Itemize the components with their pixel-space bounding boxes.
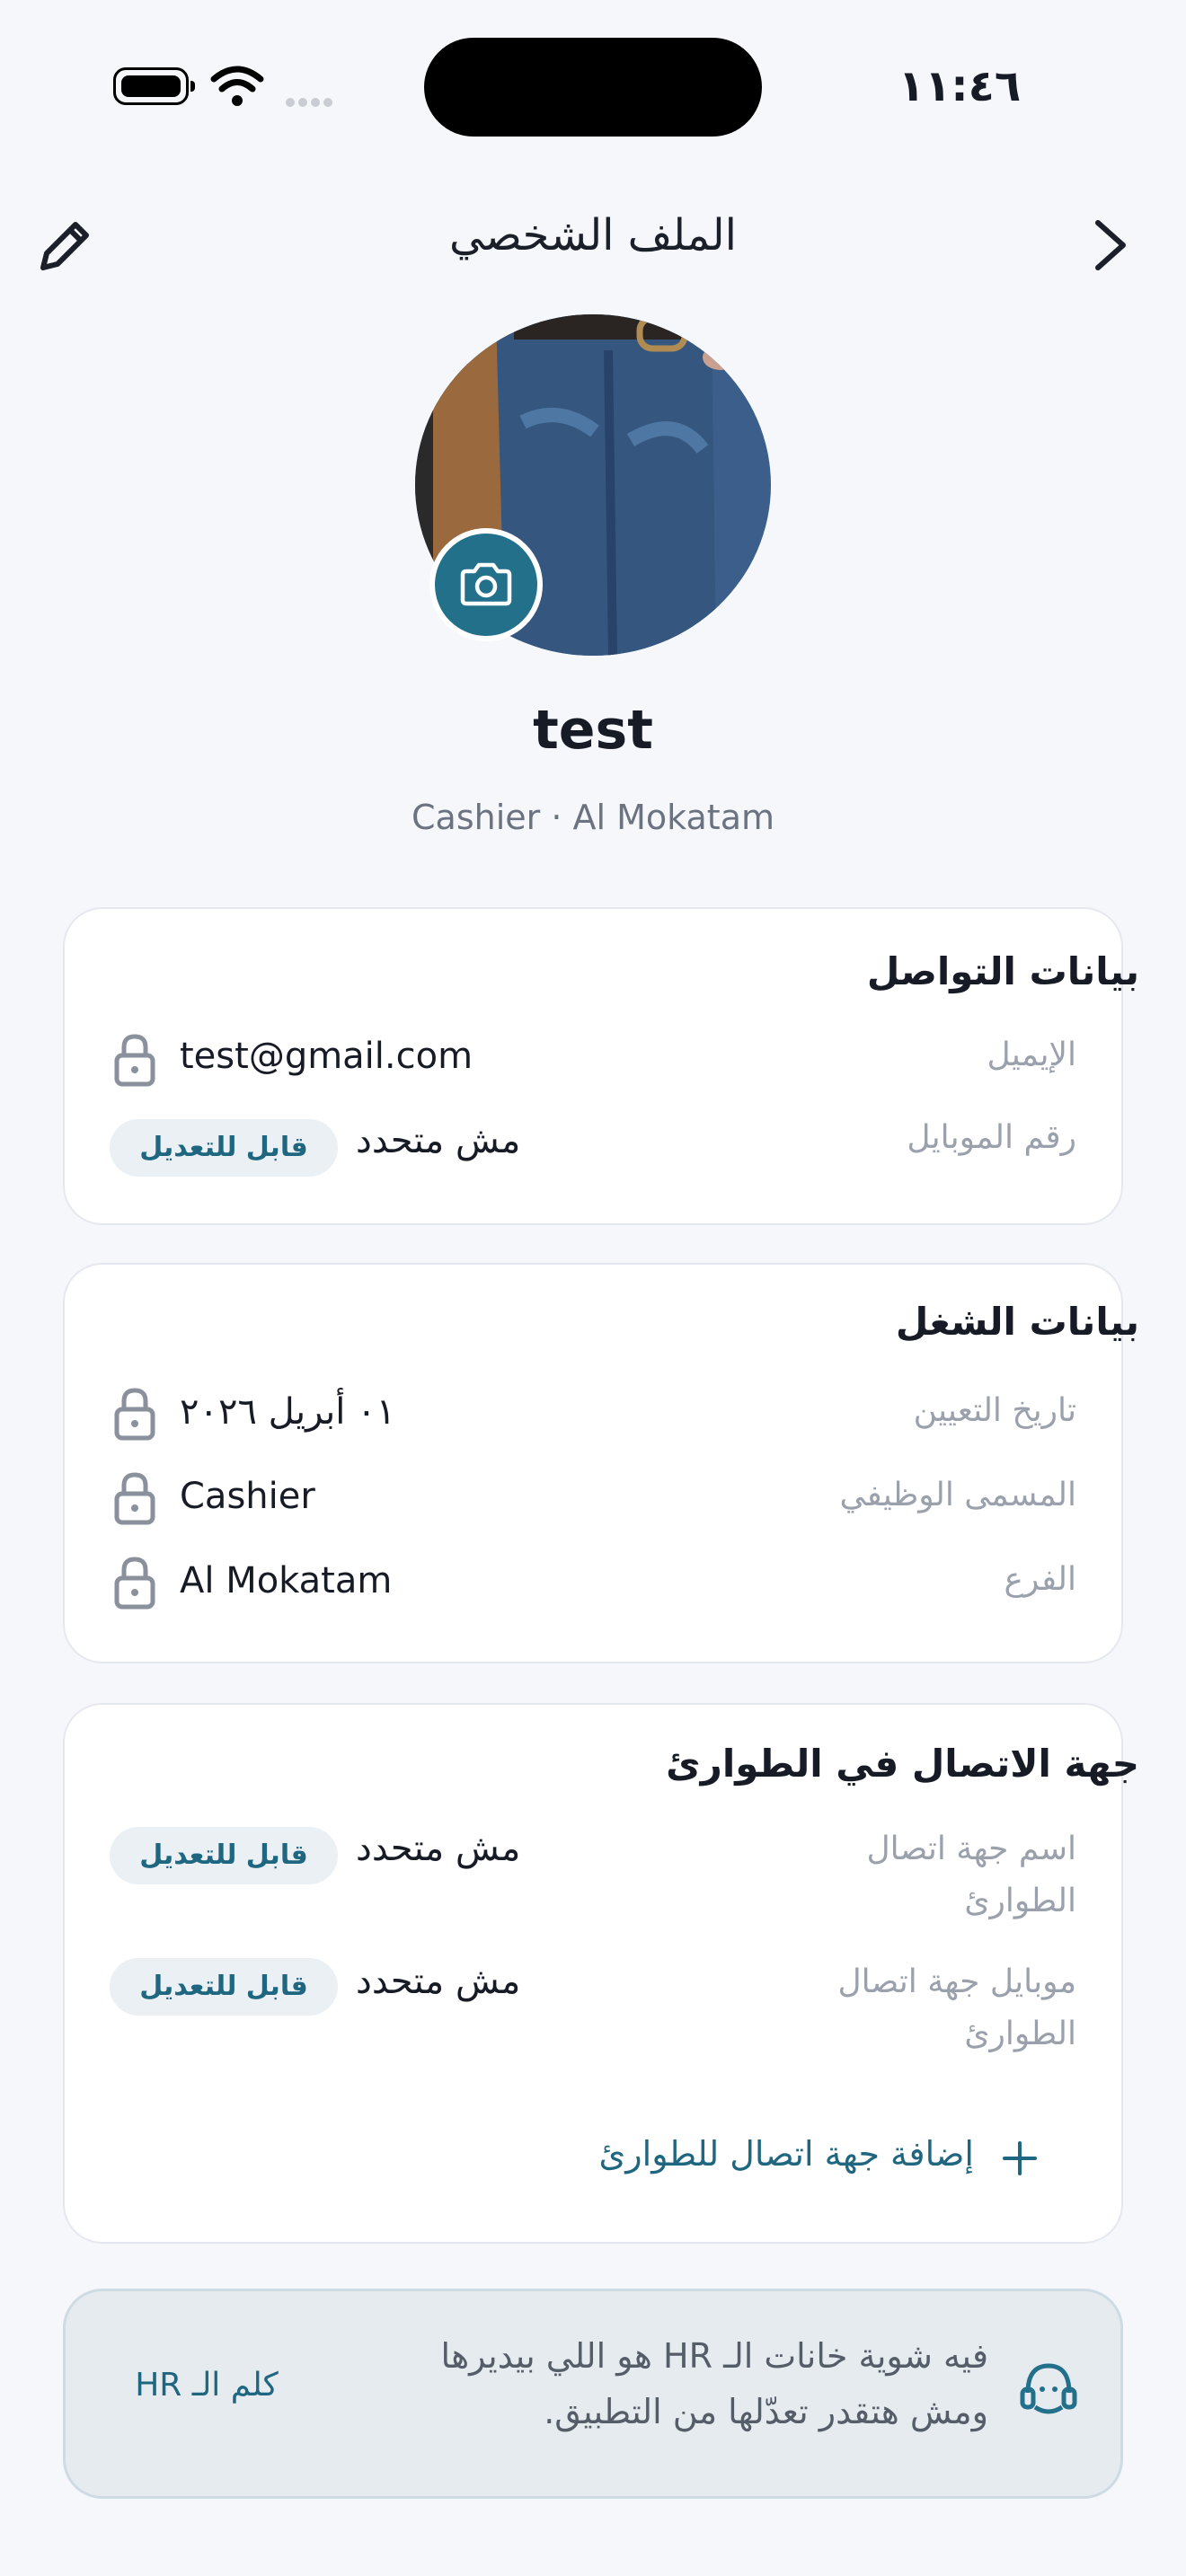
editable-badge: قابل للتعديل [110,1119,338,1177]
emergency-mobile-label: موبايل جهة اتصال الطوارئ [837,1963,1076,2052]
card-title: جهة الاتصال في الطوارئ [666,1742,1139,1786]
emergency-mobile-value[interactable]: مش متحدد [356,1953,520,2010]
branch-value: Al Mokatam [180,1560,393,1601]
branch-label: الفرع [1004,1561,1076,1598]
cellular-signal-icon [286,93,345,107]
camera-button[interactable] [429,528,543,641]
lock-icon [114,1472,155,1525]
emergency-name-value[interactable]: مش متحدد [356,1820,520,1877]
editable-badge: قابل للتعديل [110,1958,338,2016]
page-title: الملف الشخصي [449,210,737,260]
chevron-right-icon[interactable] [1082,212,1139,278]
status-time: ١١:٤٦ [898,61,1022,111]
email-value: test@gmail.com [180,1036,474,1077]
profile-subtitle: Cashier · Al Mokatam [412,798,774,837]
mobile-label: رقم الموبايل [907,1119,1076,1156]
camera-icon [460,562,512,606]
plus-icon[interactable] [999,2138,1040,2179]
mobile-value[interactable]: مش متحدد [356,1112,520,1169]
dynamic-island [424,38,762,137]
lock-icon [114,1034,155,1087]
hr-note-text: فيه شوية خانات الـ HR هو اللي بيديرها وم… [440,2336,988,2431]
hire-date-value: ٠١ أبريل ٢٠٢٦ [180,1391,396,1433]
editable-badge: قابل للتعديل [110,1827,338,1884]
support-agent-icon [1020,2363,1077,2414]
pencil-icon[interactable] [32,212,99,278]
profile-name: test [533,699,653,762]
job-title-value: Cashier [180,1476,315,1517]
lock-icon [114,1557,155,1610]
emergency-name-label: اسم جهة اتصال الطوارئ [866,1831,1076,1919]
wifi-icon [210,66,264,106]
card-title: بيانات الشغل [895,1300,1139,1344]
contact-hr-link[interactable]: كلم الـ HR [117,2357,296,2414]
email-label: الإيميل [987,1037,1077,1073]
card-title: بيانات التواصل [866,949,1139,993]
add-emergency-contact-button[interactable]: إضافة جهة اتصال للطوارئ [599,2125,974,2183]
lock-icon [114,1388,155,1441]
job-title-label: المسمى الوظيفي [839,1477,1076,1513]
battery-icon [113,67,195,105]
hire-date-label: تاريخ التعيين [913,1392,1076,1429]
